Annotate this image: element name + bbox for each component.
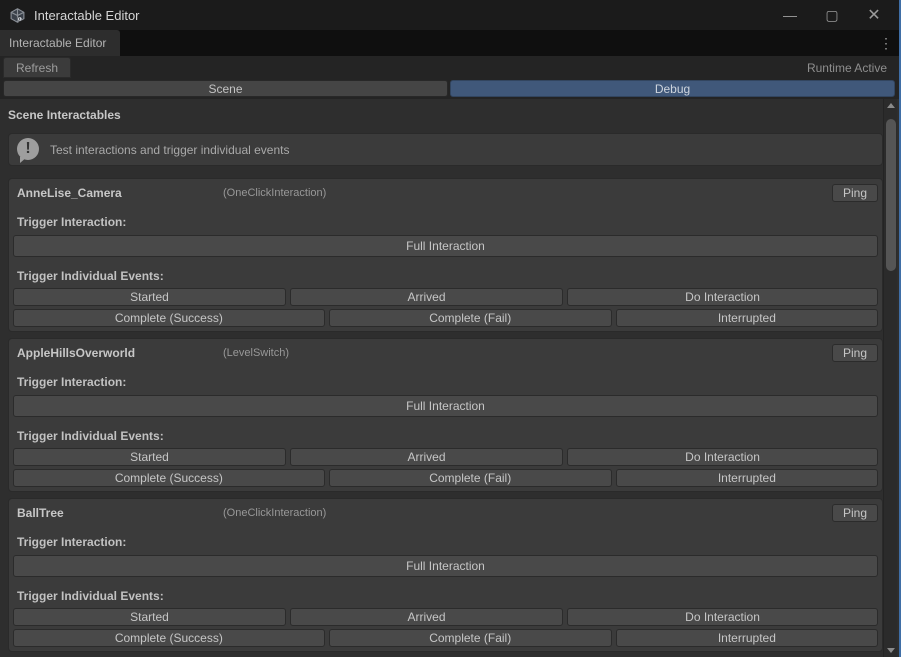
started-button[interactable]: Started <box>13 608 286 626</box>
trigger-individual-events-label: Trigger Individual Events: <box>17 589 878 603</box>
arrived-button[interactable]: Arrived <box>290 608 563 626</box>
scrollbar-thumb[interactable] <box>886 119 896 271</box>
started-button[interactable]: Started <box>13 448 286 466</box>
complete-success-button[interactable]: Complete (Success) <box>13 629 325 647</box>
info-bubble-icon: ! <box>17 138 41 162</box>
full-interaction-button[interactable]: Full Interaction <box>13 395 878 417</box>
scene-interactables-panel: Scene Interactables ! Test interactions … <box>0 99 885 657</box>
interactable-name: AnneLise_Camera <box>17 186 223 200</box>
started-button[interactable]: Started <box>13 288 286 306</box>
tab-interactable-editor[interactable]: Interactable Editor <box>0 30 120 56</box>
do-interaction-button[interactable]: Do Interaction <box>567 288 878 306</box>
interactable-section: AnneLise_Camera (OneClickInteraction) Pi… <box>8 178 883 332</box>
debug-tab-button[interactable]: Debug <box>450 80 895 97</box>
trigger-interaction-label: Trigger Interaction: <box>17 535 878 549</box>
do-interaction-button[interactable]: Do Interaction <box>567 608 878 626</box>
scroll-up-icon[interactable] <box>884 99 898 112</box>
info-message: Test interactions and trigger individual… <box>50 143 289 157</box>
toolbar: Refresh Runtime Active <box>0 56 899 79</box>
full-interaction-button[interactable]: Full Interaction <box>13 555 878 577</box>
scene-tab-button[interactable]: Scene <box>3 80 448 97</box>
title-bar: ❶ Interactable Editor — ▢ ✕ <box>0 0 899 30</box>
ping-button[interactable]: Ping <box>832 504 878 522</box>
complete-success-button[interactable]: Complete (Success) <box>13 469 325 487</box>
window-controls: — ▢ ✕ <box>769 0 899 30</box>
interrupted-button[interactable]: Interrupted <box>616 629 878 647</box>
trigger-individual-events-label: Trigger Individual Events: <box>17 429 878 443</box>
ping-button[interactable]: Ping <box>832 184 878 202</box>
minimize-button[interactable]: — <box>769 0 811 30</box>
runtime-active-label: Runtime Active <box>807 61 887 75</box>
interactable-list: AnneLise_Camera (OneClickInteraction) Pi… <box>8 178 884 652</box>
complete-success-button[interactable]: Complete (Success) <box>13 309 325 327</box>
info-box: ! Test interactions and trigger individu… <box>8 133 883 166</box>
ping-button[interactable]: Ping <box>832 344 878 362</box>
svg-text:❶: ❶ <box>17 16 22 22</box>
interrupted-button[interactable]: Interrupted <box>616 469 878 487</box>
interactable-section: BallTree (OneClickInteraction) Ping Trig… <box>8 498 883 652</box>
complete-fail-button[interactable]: Complete (Fail) <box>329 469 612 487</box>
interactable-name: AppleHillsOverworld <box>17 346 223 360</box>
refresh-button[interactable]: Refresh <box>3 57 71 78</box>
panel-heading: Scene Interactables <box>8 108 884 122</box>
unity-logo-icon: ❶ <box>9 7 26 24</box>
trigger-interaction-label: Trigger Interaction: <box>17 375 878 389</box>
interactable-section: AppleHillsOverworld (LevelSwitch) Ping T… <box>8 338 883 492</box>
interactable-name: BallTree <box>17 506 223 520</box>
view-toggle: Scene Debug <box>0 79 899 99</box>
close-button[interactable]: ✕ <box>853 0 895 30</box>
window-title: Interactable Editor <box>34 8 140 23</box>
interrupted-button[interactable]: Interrupted <box>616 309 878 327</box>
vertical-scrollbar[interactable] <box>883 99 897 657</box>
scrollbar-track[interactable] <box>884 112 897 644</box>
complete-fail-button[interactable]: Complete (Fail) <box>329 309 612 327</box>
trigger-individual-events-label: Trigger Individual Events: <box>17 269 878 283</box>
full-interaction-button[interactable]: Full Interaction <box>13 235 878 257</box>
do-interaction-button[interactable]: Do Interaction <box>567 448 878 466</box>
tab-strip: Interactable Editor ⋮ <box>0 30 899 56</box>
complete-fail-button[interactable]: Complete (Fail) <box>329 629 612 647</box>
interactable-type: (LevelSwitch) <box>223 347 289 359</box>
interactable-type: (OneClickInteraction) <box>223 507 326 519</box>
scroll-down-icon[interactable] <box>884 644 898 657</box>
maximize-button[interactable]: ▢ <box>811 0 853 30</box>
interactable-type: (OneClickInteraction) <box>223 187 326 199</box>
interactable-editor-window: { "window": { "title": "Interactable Edi… <box>0 0 901 657</box>
tab-menu-icon[interactable]: ⋮ <box>873 30 899 56</box>
trigger-interaction-label: Trigger Interaction: <box>17 215 878 229</box>
arrived-button[interactable]: Arrived <box>290 288 563 306</box>
arrived-button[interactable]: Arrived <box>290 448 563 466</box>
